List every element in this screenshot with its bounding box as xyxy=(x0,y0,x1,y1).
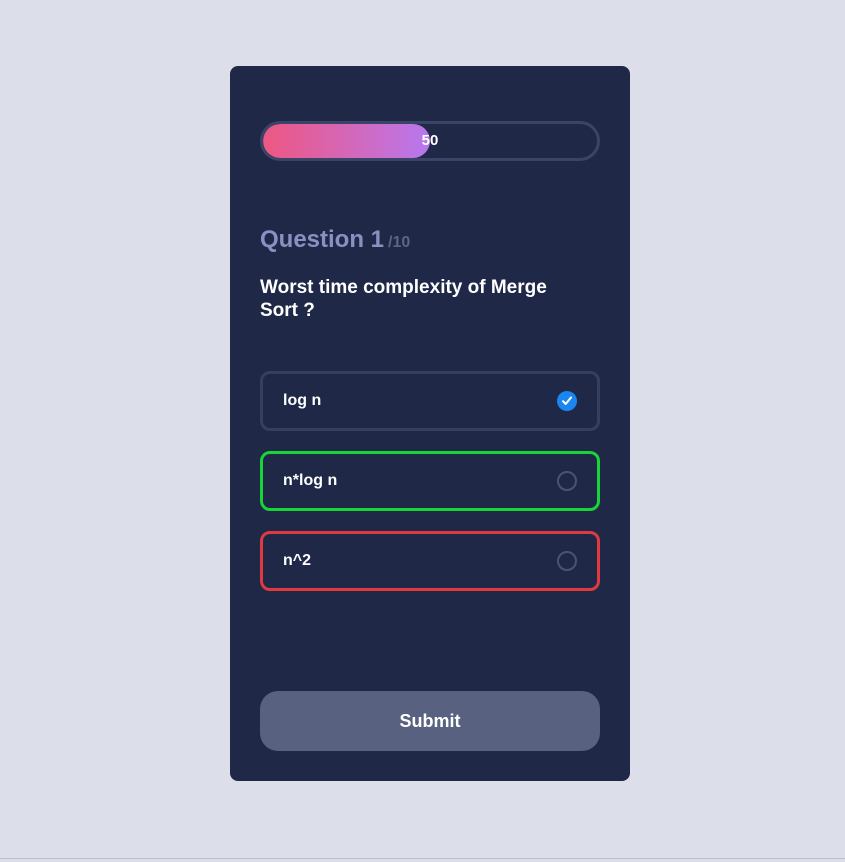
check-icon xyxy=(562,396,572,405)
radio-unchecked-icon[interactable] xyxy=(557,551,577,571)
progress-fill xyxy=(263,124,430,158)
question-number: Question 1 xyxy=(260,226,385,253)
submit-button[interactable]: Submit xyxy=(260,691,600,751)
answer-options: log n n*log n n^2 xyxy=(260,371,600,611)
option-label: log n xyxy=(283,392,322,409)
question-text: Worst time complexity of Merge Sort ? xyxy=(260,277,547,321)
question-heading: Question 1/10 xyxy=(260,226,410,254)
progress-bar: 50 xyxy=(260,121,600,161)
option-label: n*log n xyxy=(283,472,338,489)
quiz-card: 50 Question 1/10 Worst time complexity o… xyxy=(230,66,630,781)
option-log-n[interactable]: log n xyxy=(260,371,600,431)
progress-value: 50 xyxy=(421,132,439,149)
question-total: /10 xyxy=(388,234,411,251)
option-n-log-n[interactable]: n*log n xyxy=(260,451,600,511)
option-label: n^2 xyxy=(283,552,312,569)
radio-unchecked-icon[interactable] xyxy=(557,471,577,491)
radio-checked-icon[interactable] xyxy=(557,391,577,411)
page-bottom-divider xyxy=(0,858,845,859)
option-n-squared[interactable]: n^2 xyxy=(260,531,600,591)
